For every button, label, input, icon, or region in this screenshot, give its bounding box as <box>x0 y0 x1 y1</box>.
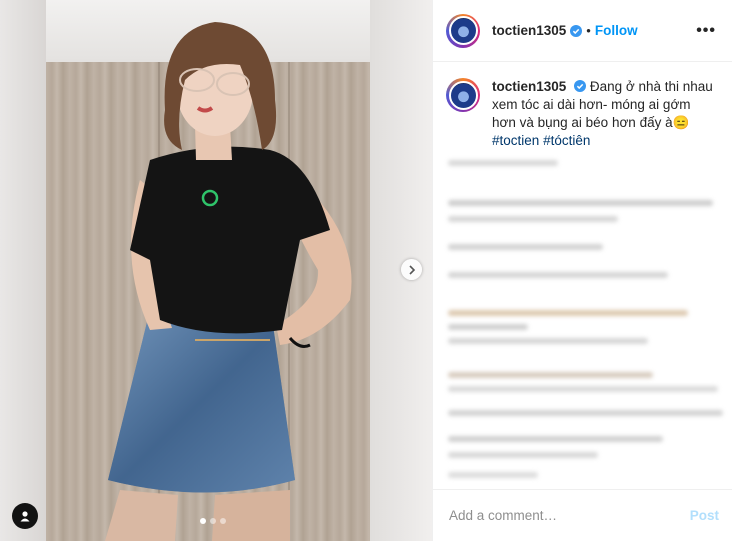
user-icon <box>20 511 30 522</box>
carousel-dot <box>210 518 216 524</box>
post-photo[interactable] <box>0 0 432 541</box>
follow-button[interactable]: Follow <box>595 23 638 38</box>
post-caption: toctien1305 Đang ở nhà thi nhau xem tóc … <box>433 62 732 150</box>
blurred-comment-line <box>448 200 713 206</box>
post-header: toctien1305 • Follow ••• <box>433 0 732 62</box>
post-comment-button[interactable]: Post <box>690 508 719 523</box>
comment-bar: Post <box>433 489 732 541</box>
blurred-comment-line <box>448 410 723 416</box>
hashtag-link[interactable]: #toctien <box>492 133 539 148</box>
tagged-users-button[interactable] <box>12 503 38 529</box>
post-side-panel: toctien1305 • Follow ••• toctien1305 Đan… <box>432 0 732 541</box>
blurred-comments-area <box>448 158 728 488</box>
photo-person-figure <box>105 22 352 541</box>
verified-badge-icon <box>570 24 583 37</box>
carousel-dot <box>200 518 206 524</box>
blurred-comment-line <box>448 160 558 166</box>
blurred-comment-line <box>448 272 668 278</box>
more-options-button[interactable]: ••• <box>696 22 716 40</box>
blurred-comment-line <box>448 244 603 250</box>
hashtag-link[interactable]: #tóctiên <box>543 133 590 148</box>
comment-input[interactable] <box>447 507 690 524</box>
blurred-comment-line <box>448 472 538 478</box>
blurred-comment-line <box>448 324 528 330</box>
avatar[interactable] <box>446 78 480 112</box>
carousel-next-button[interactable] <box>401 259 422 280</box>
blurred-comment-line <box>448 436 663 442</box>
blurred-comment-line <box>448 452 598 458</box>
blurred-comment-line <box>448 386 718 392</box>
blurred-comment-line <box>448 372 653 378</box>
verified-badge-icon <box>574 80 587 92</box>
avatar-image <box>448 16 478 45</box>
caption-username[interactable]: toctien1305 <box>492 79 566 94</box>
blurred-comment-line <box>448 338 648 344</box>
header-separator: • <box>586 23 591 38</box>
chevron-right-icon <box>408 264 415 275</box>
avatar-image <box>448 80 478 110</box>
blurred-comment-line <box>448 310 688 316</box>
carousel-dot <box>220 518 226 524</box>
avatar[interactable] <box>446 13 480 48</box>
username-link[interactable]: toctien1305 <box>492 23 566 38</box>
carousel-indicator <box>200 518 226 524</box>
blurred-comment-line <box>448 216 618 222</box>
caption-text: toctien1305 Đang ở nhà thi nhau xem tóc … <box>492 78 716 150</box>
